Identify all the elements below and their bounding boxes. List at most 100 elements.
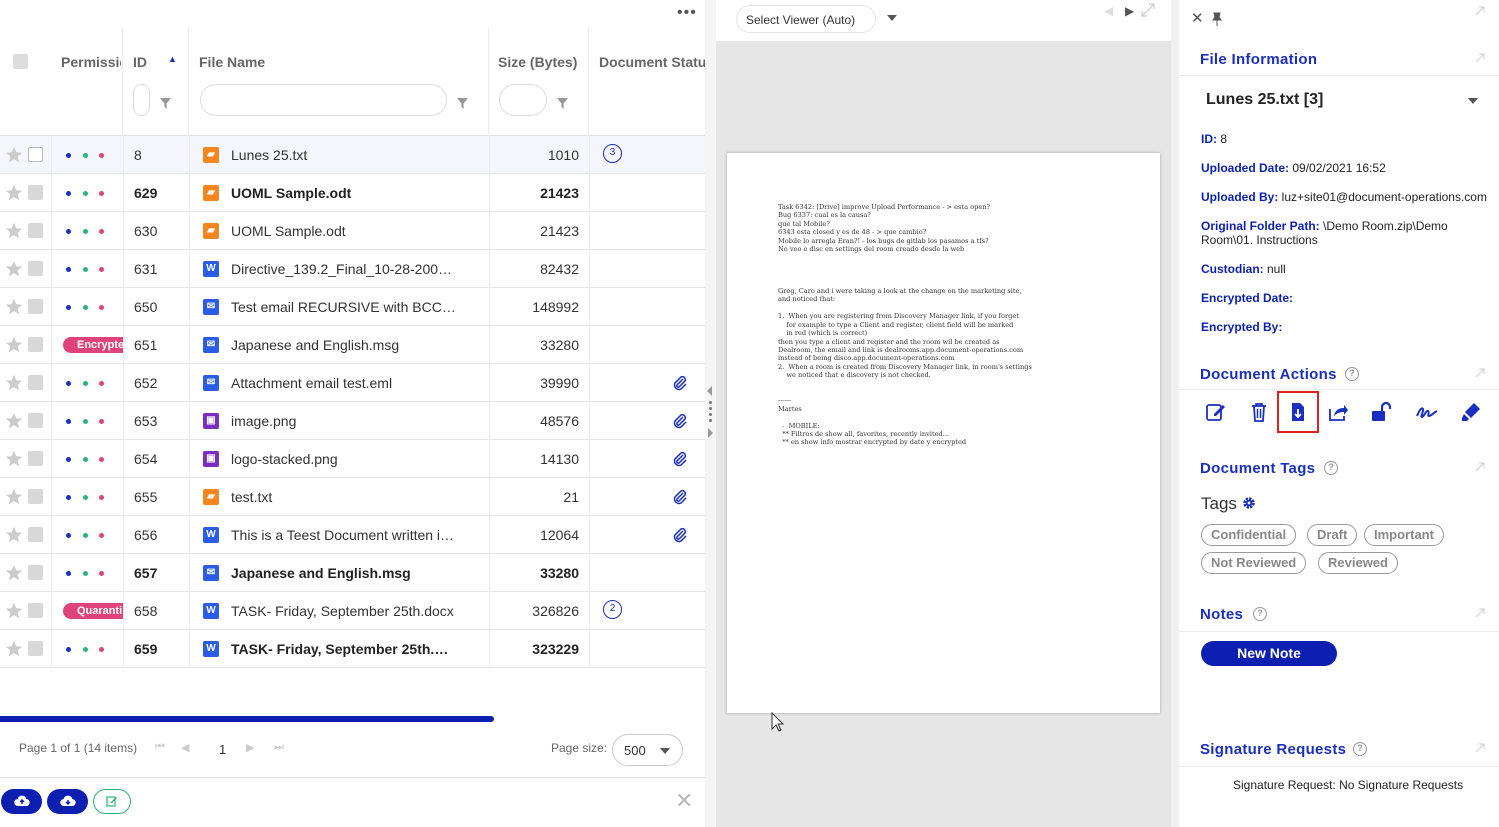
row-file-name[interactable]: TASK- Friday, September 25th.docx (231, 641, 456, 657)
viewer-select[interactable]: Select Viewer (Auto) (736, 5, 876, 33)
last-page-icon[interactable]: ⏭ (274, 741, 284, 754)
row-file-name[interactable]: test.txt (231, 489, 456, 505)
help-icon[interactable]: ? (1324, 461, 1338, 475)
permission-dots[interactable] (66, 533, 111, 538)
star-icon[interactable] (5, 564, 23, 582)
table-row[interactable]: 630 ▰ UOML Sample.odt 21423 (0, 212, 705, 250)
tag-not-reviewed[interactable]: Not Reviewed (1201, 552, 1307, 574)
row-file-name[interactable]: Test email RECURSIVE with BCC.msg (231, 299, 456, 315)
table-row[interactable]: 653 ▣ image.png 48576 (0, 402, 705, 440)
row-checkbox[interactable] (28, 489, 43, 504)
row-checkbox[interactable] (28, 299, 43, 314)
row-checkbox[interactable] (28, 337, 43, 352)
row-file-name[interactable]: Japanese and English.msg (231, 337, 456, 353)
expand-icon[interactable] (1475, 743, 1485, 753)
close-panel-icon[interactable]: ✕ (1191, 11, 1204, 26)
row-file-name[interactable]: This is a Teest Document written in Word… (231, 527, 456, 543)
sort-ascending-icon[interactable]: ▲ (168, 54, 177, 64)
row-file-name[interactable]: logo-stacked.png (231, 451, 456, 467)
permission-dots[interactable] (66, 647, 111, 652)
star-icon[interactable] (5, 260, 23, 278)
current-page-number[interactable]: 1 (219, 742, 226, 757)
star-icon[interactable] (5, 526, 23, 544)
table-row[interactable]: 657 ✉ Japanese and English.msg 33280 (0, 554, 705, 592)
row-checkbox[interactable] (28, 603, 43, 618)
row-checkbox[interactable] (28, 185, 43, 200)
star-icon[interactable] (5, 412, 23, 430)
upload-button[interactable] (1, 789, 42, 814)
chevron-down-icon[interactable] (1468, 98, 1478, 104)
download-button[interactable] (47, 789, 88, 814)
pane-splitter[interactable] (705, 0, 716, 827)
row-checkbox[interactable] (28, 375, 43, 390)
more-options-icon[interactable]: ••• (677, 4, 697, 22)
permission-dots[interactable] (66, 571, 111, 576)
attachment-icon[interactable] (672, 451, 688, 467)
row-file-name[interactable]: image.png (231, 413, 456, 429)
expand-icon[interactable] (1475, 53, 1485, 63)
first-page-icon[interactable]: ⏮ (155, 741, 165, 754)
permission-badge[interactable]: Encrypted (63, 337, 123, 353)
page-size-select[interactable]: 500 (612, 734, 683, 766)
prev-page-icon[interactable]: ◀ (181, 741, 189, 754)
table-row[interactable]: Encrypted 651 ✉ Japanese and English.msg… (0, 326, 705, 364)
fullscreen-icon[interactable] (1140, 2, 1156, 21)
help-icon[interactable]: ? (1253, 607, 1267, 621)
pin-icon[interactable] (1210, 12, 1224, 29)
size-filter-icon[interactable] (557, 96, 568, 109)
table-row[interactable]: 631 W Directive_139.2_Final_10-28-2009.d… (0, 250, 705, 288)
permission-dots[interactable] (66, 495, 111, 500)
select-all-checkbox[interactable] (13, 54, 28, 69)
row-checkbox[interactable] (28, 223, 43, 238)
row-checkbox[interactable] (28, 147, 43, 162)
permission-dots[interactable] (66, 153, 111, 158)
gear-icon[interactable] (1242, 496, 1256, 513)
attachment-icon[interactable] (672, 489, 688, 505)
id-filter-icon[interactable] (160, 96, 171, 109)
tag-important[interactable]: Important (1364, 524, 1444, 546)
expand-icon[interactable] (1475, 6, 1485, 16)
permission-dots[interactable] (66, 457, 111, 462)
star-icon[interactable] (5, 602, 23, 620)
header-id[interactable]: ID (123, 28, 189, 136)
attachment-icon[interactable] (672, 413, 688, 429)
edit-icon[interactable] (1205, 401, 1227, 423)
status-count-badge[interactable]: 2 (603, 600, 622, 619)
drag-handle-icon[interactable] (709, 401, 712, 425)
permission-dots[interactable] (66, 267, 111, 272)
tag-draft[interactable]: Draft (1307, 524, 1358, 546)
row-file-name[interactable]: Directive_139.2_Final_10-28-2009.docx (231, 261, 456, 277)
expand-icon[interactable] (1475, 462, 1485, 472)
star-icon[interactable] (5, 374, 23, 392)
signature-icon[interactable] (1415, 401, 1438, 423)
attachment-icon[interactable] (672, 375, 688, 391)
tag-reviewed[interactable]: Reviewed (1318, 552, 1398, 574)
star-icon[interactable] (5, 222, 23, 240)
row-file-name[interactable]: UOML Sample.odt (231, 223, 456, 239)
download-icon[interactable] (1277, 391, 1319, 433)
row-checkbox[interactable] (28, 261, 43, 276)
row-file-name[interactable]: Lunes 25.txt (231, 147, 456, 163)
star-icon[interactable] (5, 298, 23, 316)
star-icon[interactable] (5, 146, 23, 164)
row-file-name[interactable]: Japanese and English.msg (231, 565, 456, 581)
chevron-down-icon[interactable] (887, 15, 897, 21)
table-row[interactable]: 659 W TASK- Friday, September 25th.docx … (0, 630, 705, 668)
permission-dots[interactable] (66, 191, 111, 196)
attachment-icon[interactable] (672, 527, 688, 543)
star-icon[interactable] (5, 640, 23, 658)
star-icon[interactable] (5, 184, 23, 202)
id-filter-input[interactable] (133, 84, 150, 116)
expand-icon[interactable] (1475, 608, 1485, 618)
prev-doc-icon[interactable]: ◀ (1104, 4, 1113, 18)
file-name-filter-icon[interactable] (457, 96, 468, 109)
permission-dots[interactable] (66, 229, 111, 234)
row-checkbox[interactable] (28, 565, 43, 580)
unlock-icon[interactable] (1370, 401, 1392, 423)
row-checkbox[interactable] (28, 413, 43, 428)
collapse-left-icon[interactable] (707, 386, 712, 396)
header-status[interactable]: Document Status (589, 28, 705, 136)
collapse-right-icon[interactable] (708, 428, 713, 438)
horizontal-scrollbar[interactable] (0, 716, 494, 722)
permission-badge[interactable]: Quarantine (63, 603, 123, 619)
